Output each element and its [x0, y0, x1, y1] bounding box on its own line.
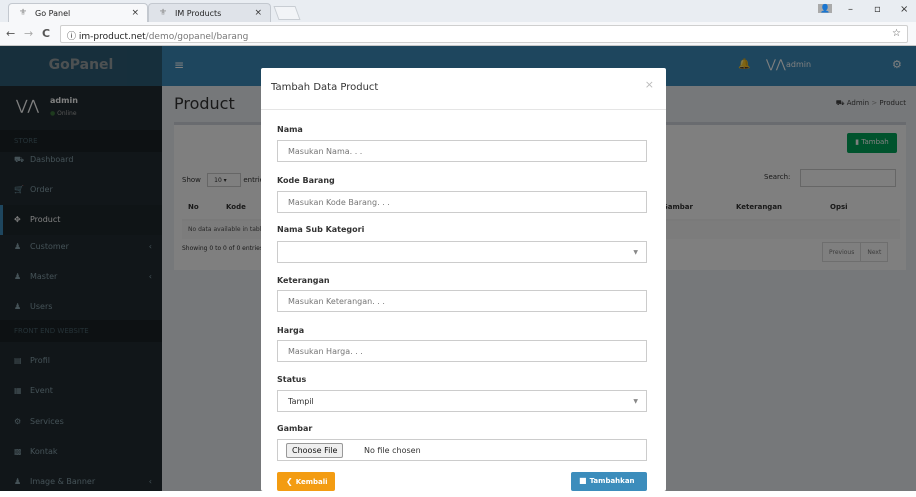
harga-label: Harga [277, 326, 305, 335]
status-label: Status [277, 375, 307, 384]
gambar-label: Gambar [277, 424, 313, 433]
browser-tab-go-panel[interactable]: ⚜ Go Panel × [8, 3, 148, 22]
save-icon: ■ [579, 476, 587, 485]
site-info-icon[interactable]: ⓘ [67, 32, 76, 42]
kode-barang-input[interactable] [277, 191, 647, 213]
keterangan-input[interactable] [277, 290, 647, 312]
address-bar: ← → C ⓘ im-product.net/demo/gopanel/bara… [0, 22, 916, 46]
back-icon[interactable]: ← [6, 27, 15, 40]
status-select[interactable]: Tampil ▼ [277, 390, 647, 412]
add-product-modal: Tambah Data Product × Nama Kode Barang N… [261, 68, 666, 491]
choose-file-button[interactable]: Choose File [286, 443, 344, 458]
browser-tab-bar: ⚜ Go Panel × ⚜ IM Products × 👤 – ▫ × [0, 0, 916, 22]
chevron-left-icon: ❮ [286, 477, 293, 486]
no-file-text: No file chosen [364, 446, 421, 455]
browser-tab-im-products[interactable]: ⚜ IM Products × [148, 3, 271, 22]
maximize-icon[interactable]: ▫ [874, 4, 881, 15]
harga-input[interactable] [277, 340, 647, 362]
close-icon[interactable]: × [645, 78, 654, 91]
modal-header: Tambah Data Product × [261, 68, 666, 110]
kode-barang-label: Kode Barang [277, 176, 335, 185]
url-path: /demo/gopanel/barang [145, 32, 249, 42]
minimize-icon[interactable]: – [848, 4, 853, 15]
favicon-icon: ⚜ [159, 8, 168, 18]
forward-icon[interactable]: → [24, 27, 33, 40]
dropdown-arrow-icon: ▼ [633, 249, 638, 256]
nama-label: Nama [277, 125, 303, 134]
submit-button[interactable]: ■ Tambahkan [571, 472, 647, 491]
keterangan-label: Keterangan [277, 276, 330, 285]
modal-title: Tambah Data Product [271, 82, 379, 93]
tab-title: IM Products [175, 9, 222, 18]
gambar-file-input: Choose File No file chosen [277, 439, 647, 461]
close-tab-icon[interactable]: × [131, 8, 139, 18]
sub-kategori-select[interactable]: ▼ [277, 241, 647, 263]
favicon-icon: ⚜ [19, 8, 28, 18]
reload-icon[interactable]: C [42, 27, 50, 40]
back-button[interactable]: ❮ Kembali [277, 472, 335, 491]
sub-kategori-label: Nama Sub Kategori [277, 225, 365, 234]
close-tab-icon[interactable]: × [254, 8, 262, 18]
dropdown-arrow-icon: ▼ [633, 398, 638, 405]
account-icon[interactable]: 👤 [818, 4, 832, 13]
tab-title: Go Panel [35, 9, 71, 18]
bookmark-star-icon[interactable]: ☆ [892, 28, 901, 39]
url-domain: im-product.net [78, 32, 146, 42]
nama-input[interactable] [277, 140, 647, 162]
url-input[interactable]: ⓘ im-product.net/demo/gopanel/barang ☆ [60, 25, 908, 43]
close-window-icon[interactable]: × [900, 4, 908, 15]
new-tab-button[interactable] [273, 6, 301, 20]
